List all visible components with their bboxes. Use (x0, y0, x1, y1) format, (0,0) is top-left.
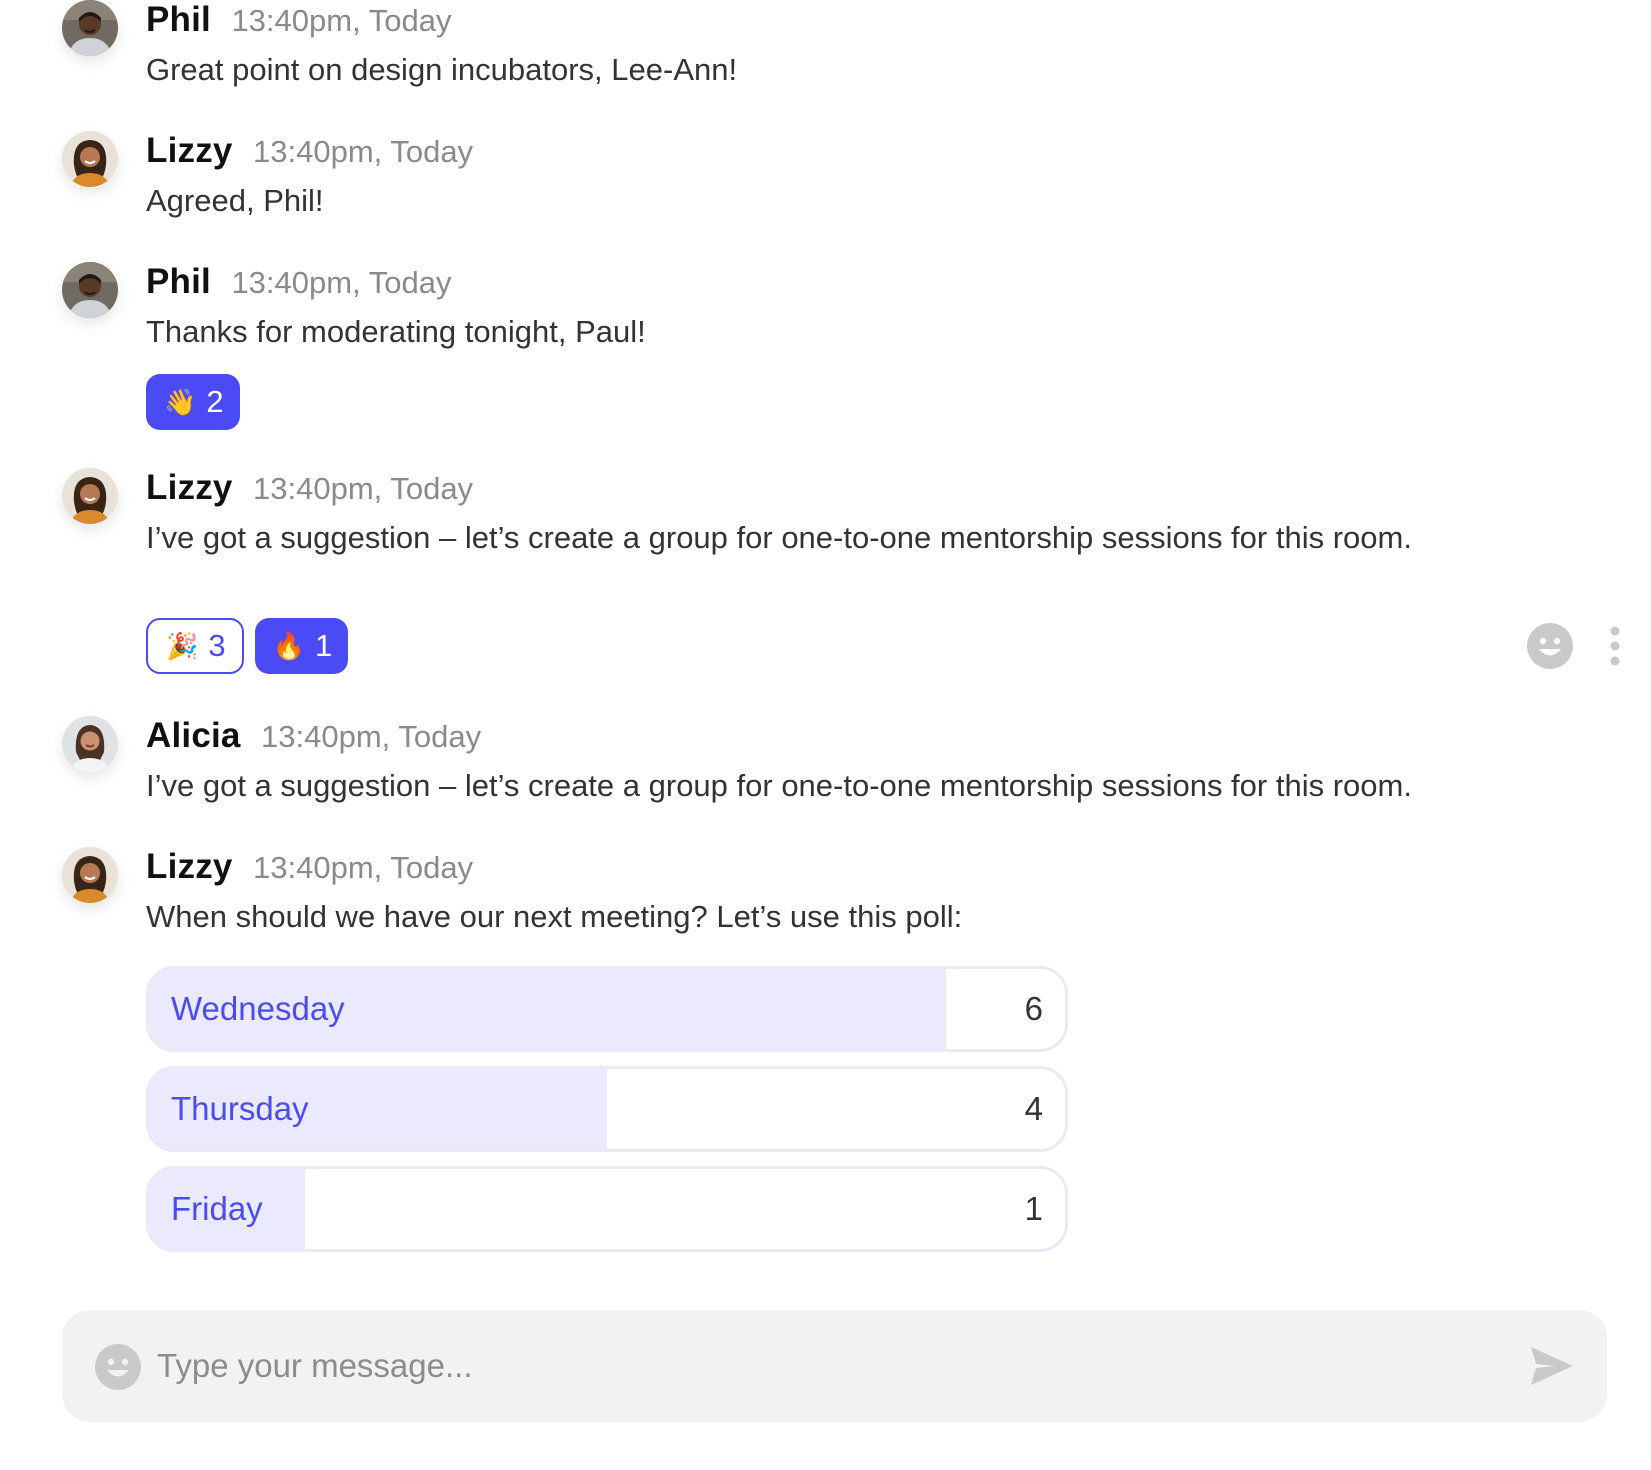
author-name[interactable]: Alicia (146, 716, 241, 755)
timestamp: 13:40pm, Today (231, 3, 452, 38)
author-name[interactable]: Phil (146, 262, 211, 301)
add-reaction-smile-icon[interactable] (1526, 622, 1574, 670)
emoji-picker-smile-icon[interactable] (94, 1343, 142, 1391)
reaction-count: 2 (206, 384, 224, 419)
avatar-phil[interactable] (62, 0, 118, 56)
phil-avatar-icon (62, 0, 118, 56)
party-popper-emoji-icon: 🎉 (166, 631, 199, 661)
timestamp: 13:40pm, Today (253, 471, 474, 506)
poll-option-label: Wednesday (171, 990, 345, 1027)
message-text: Great point on design incubators, Lee-An… (146, 52, 738, 87)
poll-option-count: 1 (1024, 1190, 1043, 1227)
fire-emoji-icon: 🔥 (272, 631, 305, 661)
more-options-kebab-icon[interactable] (1608, 625, 1622, 667)
reaction-fire[interactable]: 🔥 1 (254, 618, 349, 674)
timestamp: 13:40pm, Today (261, 719, 482, 754)
wave-emoji-icon: 👋 (164, 387, 197, 417)
avatar-phil[interactable] (62, 262, 118, 318)
reaction-party[interactable]: 🎉 3 (146, 618, 244, 674)
author-name[interactable]: Lizzy (146, 468, 233, 507)
message-text: Thanks for moderating tonight, Paul! (146, 314, 646, 349)
author-name[interactable]: Lizzy (146, 847, 233, 886)
timestamp: 13:40pm, Today (253, 850, 474, 885)
poll-option-label: Friday (171, 1190, 263, 1227)
reaction-count: 1 (315, 628, 333, 663)
poll-option-label: Thursday (171, 1090, 309, 1127)
poll-option-thursday[interactable]: Thursday 4 (146, 1066, 1068, 1152)
timestamp: 13:40pm, Today (253, 134, 474, 169)
message-text: When should we have our next meeting? Le… (146, 899, 963, 934)
message-text: I’ve got a suggestion – let’s create a g… (146, 520, 1412, 555)
avatar-lizzy[interactable] (62, 847, 118, 903)
lizzy-avatar-icon (62, 131, 118, 187)
message-text: Agreed, Phil! (146, 183, 324, 218)
send-icon[interactable] (1529, 1345, 1575, 1387)
lizzy-avatar-icon (62, 847, 118, 903)
message-text: I’ve got a suggestion – let’s create a g… (146, 768, 1412, 803)
author-name[interactable]: Lizzy (146, 131, 233, 170)
reaction-bar: 🎉 3 🔥 1 (146, 618, 349, 674)
message-feed: Phil 13:40pm, Today Great point on desig… (0, 0, 1651, 1300)
message-composer (62, 1310, 1607, 1422)
reaction-bar: 👋 2 (146, 374, 240, 430)
poll-option-count: 4 (1024, 1090, 1043, 1127)
poll-option-wednesday[interactable]: Wednesday 6 (146, 966, 1068, 1052)
lizzy-avatar-icon (62, 468, 118, 524)
avatar-lizzy[interactable] (62, 468, 118, 524)
avatar-alicia[interactable] (62, 716, 118, 772)
message-actions (1526, 622, 1622, 670)
timestamp: 13:40pm, Today (231, 265, 452, 300)
message-input[interactable] (157, 1332, 1457, 1400)
reaction-count: 3 (208, 628, 226, 663)
poll-option-count: 6 (1024, 990, 1043, 1027)
author-name[interactable]: Phil (146, 0, 211, 39)
reaction-wave[interactable]: 👋 2 (146, 374, 240, 430)
phil-avatar-icon (62, 262, 118, 318)
alicia-avatar-icon (62, 716, 118, 772)
poll-option-friday[interactable]: Friday 1 (146, 1166, 1068, 1252)
avatar-lizzy[interactable] (62, 131, 118, 187)
